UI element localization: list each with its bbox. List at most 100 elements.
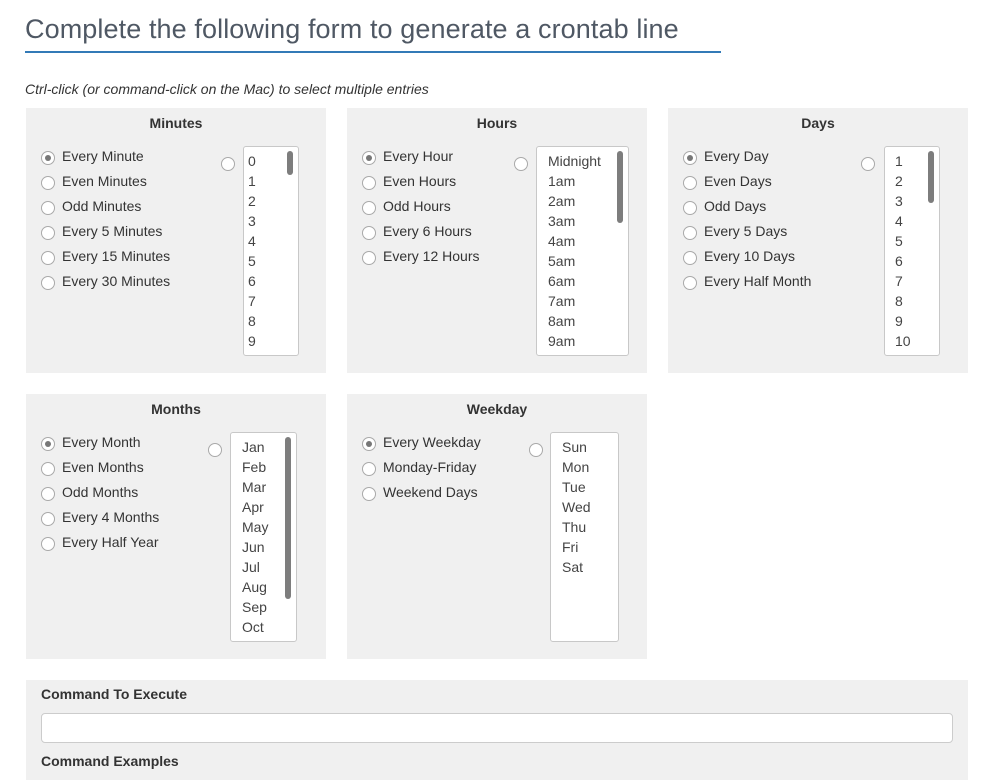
minutes-list-option[interactable]: 4 — [244, 231, 298, 251]
minutes-list-option[interactable]: 9 — [244, 331, 298, 351]
weekday-list-option[interactable]: Sun — [558, 437, 618, 457]
hours-option[interactable]: Every 12 Hours — [362, 243, 479, 268]
weekday-list-option[interactable]: Wed — [558, 497, 618, 517]
radio-button[interactable] — [41, 150, 55, 165]
radio-button[interactable] — [41, 486, 55, 501]
months-option[interactable]: Even Months — [41, 454, 159, 479]
hours-option[interactable]: Every Hour — [362, 143, 479, 168]
radio-button[interactable] — [362, 250, 376, 265]
radio-button[interactable] — [41, 436, 55, 451]
months-option[interactable]: Every Month — [41, 429, 159, 454]
hours-option[interactable]: Even Hours — [362, 168, 479, 193]
weekday-option[interactable]: Weekend Days — [362, 479, 481, 504]
days-select[interactable]: 1 2 3 4 5 6 7 8 9 10 — [884, 146, 940, 356]
radio-button[interactable] — [41, 225, 55, 240]
months-option[interactable]: Every 4 Months — [41, 504, 159, 529]
hours-list-option[interactable]: 3am — [544, 211, 628, 231]
months-option[interactable]: Odd Months — [41, 479, 159, 504]
days-option[interactable]: Odd Days — [683, 193, 811, 218]
months-specific-radio[interactable] — [208, 443, 222, 457]
months-option[interactable]: Every Half Year — [41, 529, 159, 554]
radio-button[interactable] — [683, 275, 697, 290]
minutes-option[interactable]: Every Minute — [41, 143, 170, 168]
weekday-select[interactable]: Sun Mon Tue Wed Thu Fri Sat — [550, 432, 619, 642]
days-list-option[interactable]: 10 — [891, 331, 939, 351]
days-option[interactable]: Even Days — [683, 168, 811, 193]
months-select[interactable]: Jan Feb Mar Apr May Jun Jul Aug Sep Oct — [230, 432, 297, 642]
weekday-list-option[interactable]: Fri — [558, 537, 618, 557]
days-list-option[interactable]: 4 — [891, 211, 939, 231]
radio-button[interactable] — [683, 250, 697, 265]
days-option[interactable]: Every Half Month — [683, 268, 811, 293]
minutes-option[interactable]: Every 5 Minutes — [41, 218, 170, 243]
days-specific-radio[interactable] — [861, 157, 875, 171]
days-scrollbar[interactable] — [928, 151, 934, 203]
radio-button[interactable] — [41, 250, 55, 265]
days-option[interactable]: Every 10 Days — [683, 243, 811, 268]
weekday-options: Every Weekday Monday-Friday Weekend Days — [362, 429, 481, 504]
hours-list-option[interactable]: 6am — [544, 271, 628, 291]
radio-button[interactable] — [41, 536, 55, 551]
radio-button[interactable] — [362, 200, 376, 215]
command-input[interactable] — [41, 713, 953, 743]
hours-list-option[interactable]: 2am — [544, 191, 628, 211]
hours-select[interactable]: Midnight 1am 2am 3am 4am 5am 6am 7am 8am 9am — [536, 146, 629, 356]
radio-button[interactable] — [683, 175, 697, 190]
hours-list-option[interactable]: 1am — [544, 171, 628, 191]
minutes-option[interactable]: Even Minutes — [41, 168, 170, 193]
days-list-option[interactable]: 9 — [891, 311, 939, 331]
minutes-list-option[interactable]: 5 — [244, 251, 298, 271]
radio-button[interactable] — [362, 150, 376, 165]
radio-button[interactable] — [362, 225, 376, 240]
days-list-option[interactable]: 8 — [891, 291, 939, 311]
radio-button[interactable] — [362, 486, 376, 501]
radio-button[interactable] — [41, 511, 55, 526]
weekday-option[interactable]: Every Weekday — [362, 429, 481, 454]
days-list-option[interactable]: 6 — [891, 251, 939, 271]
hours-list-option[interactable]: Midnight — [544, 151, 628, 171]
minutes-option[interactable]: Odd Minutes — [41, 193, 170, 218]
radio-button[interactable] — [41, 200, 55, 215]
weekday-list-option[interactable]: Mon — [558, 457, 618, 477]
months-scrollbar[interactable] — [285, 437, 291, 599]
hours-option[interactable]: Odd Hours — [362, 193, 479, 218]
radio-button[interactable] — [683, 200, 697, 215]
minutes-list-option[interactable]: 6 — [244, 271, 298, 291]
months-list-option[interactable]: Sep — [238, 597, 296, 617]
minutes-option[interactable]: Every 15 Minutes — [41, 243, 170, 268]
radio-button[interactable] — [683, 150, 697, 165]
radio-button[interactable] — [683, 225, 697, 240]
days-option[interactable]: Every 5 Days — [683, 218, 811, 243]
minutes-option[interactable]: Every 30 Minutes — [41, 268, 170, 293]
minutes-list-option[interactable]: 2 — [244, 191, 298, 211]
weekday-list-option[interactable]: Tue — [558, 477, 618, 497]
hours-list-option[interactable]: 4am — [544, 231, 628, 251]
radio-button[interactable] — [41, 461, 55, 476]
minutes-list-option[interactable]: 8 — [244, 311, 298, 331]
radio-button[interactable] — [362, 436, 376, 451]
minutes-list-option[interactable]: 3 — [244, 211, 298, 231]
hours-list-option[interactable]: 7am — [544, 291, 628, 311]
hours-list-option[interactable]: 9am — [544, 331, 628, 351]
weekday-list-option[interactable]: Sat — [558, 557, 618, 577]
weekday-option[interactable]: Monday-Friday — [362, 454, 481, 479]
hours-scrollbar[interactable] — [617, 151, 623, 223]
weekday-list-option[interactable]: Thu — [558, 517, 618, 537]
days-list-option[interactable]: 7 — [891, 271, 939, 291]
minutes-specific-radio[interactable] — [221, 157, 235, 171]
radio-button[interactable] — [41, 275, 55, 290]
minutes-select[interactable]: 0123456789 — [243, 146, 299, 356]
radio-button[interactable] — [362, 175, 376, 190]
days-option[interactable]: Every Day — [683, 143, 811, 168]
hours-list-option[interactable]: 5am — [544, 251, 628, 271]
months-list-option[interactable]: Oct — [238, 617, 296, 637]
hours-list-option[interactable]: 8am — [544, 311, 628, 331]
hours-option[interactable]: Every 6 Hours — [362, 218, 479, 243]
minutes-scrollbar[interactable] — [287, 151, 293, 175]
radio-button[interactable] — [41, 175, 55, 190]
weekday-specific-radio[interactable] — [529, 443, 543, 457]
days-list-option[interactable]: 5 — [891, 231, 939, 251]
hours-specific-radio[interactable] — [514, 157, 528, 171]
minutes-list-option[interactable]: 7 — [244, 291, 298, 311]
radio-button[interactable] — [362, 461, 376, 476]
